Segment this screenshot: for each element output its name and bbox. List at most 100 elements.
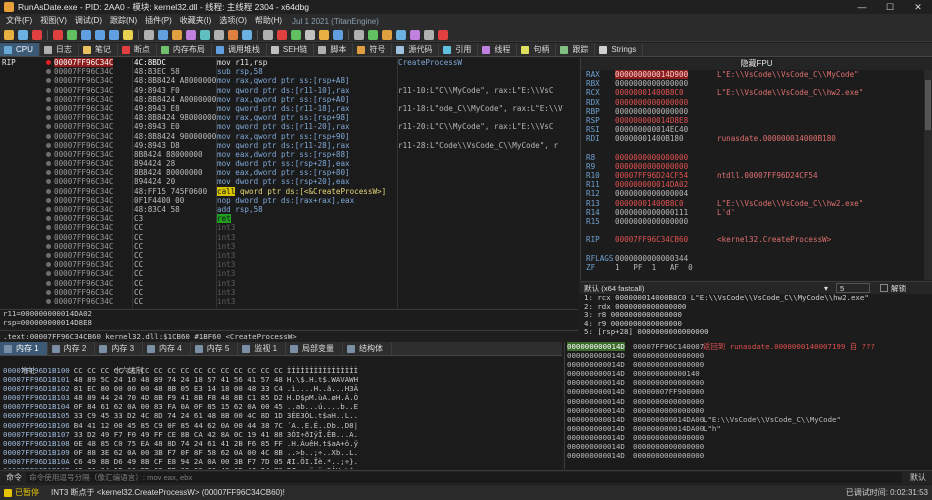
- instruction-text[interactable]: call qword ptr ds:[<&CreateProcessW>]: [217, 186, 397, 196]
- instruction-text[interactable]: mov dword ptr ss:[rsp+20],eax: [217, 177, 397, 186]
- menu-file[interactable]: 文件(F): [2, 14, 36, 28]
- scrollbar-thumb[interactable]: [925, 80, 931, 130]
- breakpoint-dot-icon[interactable]: [46, 96, 51, 102]
- instruction-text[interactable]: mov r11,rsp: [217, 58, 397, 67]
- menu-plugins[interactable]: 插件(P): [141, 14, 176, 28]
- registers-scrollbar[interactable]: [924, 70, 932, 280]
- disasm-row-address[interactable]: 00007FF96C34C: [0, 132, 132, 141]
- toolbar-button[interactable]: [319, 29, 329, 40]
- disasm-row-address[interactable]: 00007FF96C34C: [0, 288, 132, 297]
- instruction-text[interactable]: int3: [217, 251, 397, 260]
- disasm-row-address[interactable]: 00007FF96C34C: [0, 279, 132, 288]
- instruction-text[interactable]: sub rsp,58: [217, 67, 397, 76]
- instruction-text[interactable]: mov rax,qword ptr ss:[rsp+98]: [217, 113, 397, 122]
- dump-row[interactable]: 00007FF96D1B103 48 89 44 24 70 4D 8B F9 4…: [0, 393, 562, 402]
- stack-row[interactable]: 000000000014D 0000000000000000: [565, 433, 932, 442]
- register-row[interactable]: [581, 144, 932, 153]
- menu-trace[interactable]: 跟踪(N): [106, 14, 141, 28]
- instruction-text[interactable]: mov rax,qword ptr ss:[rsp+90]: [217, 132, 397, 141]
- disasm-row-address[interactable]: 00007FF96C34C: [0, 187, 132, 196]
- dump-row[interactable]: 00007FF96D1B102 81 EC 80 00 00 00 48 8B 0…: [0, 384, 562, 393]
- register-row[interactable]: R13 00000001400B8C0 L"E:\\VsCode\\VsCode_C…: [581, 199, 932, 208]
- toolbar-button[interactable]: [333, 29, 343, 40]
- disasm-row-address[interactable]: 00007FF96C34C: [0, 86, 132, 95]
- menu-options[interactable]: 选项(O): [215, 14, 251, 28]
- register-row[interactable]: R12 0000000000000004: [581, 189, 932, 198]
- dump-row[interactable]: 00007FF96D1B108 0E 48 85 C0 75 EA 48 8D 7…: [0, 439, 562, 448]
- toolbar-button[interactable]: [200, 29, 210, 40]
- instruction-text[interactable]: mov rax,qword ptr ss:[rsp+A8]: [217, 76, 397, 85]
- dump-tab[interactable]: 内存 5: [191, 342, 239, 355]
- tab-source[interactable]: 源代码: [392, 43, 440, 56]
- dump-tab[interactable]: 内存 3: [95, 342, 144, 355]
- menu-debug[interactable]: 调试(D): [71, 14, 106, 28]
- toolbar-button[interactable]: [32, 29, 42, 40]
- tab-cpu[interactable]: CPU: [0, 43, 40, 56]
- register-row[interactable]: R11 000000000014DA02: [581, 180, 932, 189]
- stack-row[interactable]: 000000000014D 0000000000000000: [565, 451, 932, 460]
- menu-favourites[interactable]: 收藏夹(I): [176, 14, 216, 28]
- breakpoint-dot-icon[interactable]: [46, 151, 51, 157]
- dump-row[interactable]: 00007FF96D1B100 CC CC CC CC CC CC CC CC C…: [0, 366, 562, 375]
- menu-help[interactable]: 帮助(H): [251, 14, 286, 28]
- menu-view[interactable]: 视图(V): [36, 14, 71, 28]
- breakpoint-dot-icon[interactable]: [46, 289, 51, 295]
- tab-threads[interactable]: 线程: [478, 43, 518, 56]
- dump-tab[interactable]: 结构体: [343, 342, 393, 355]
- toolbar-button[interactable]: [396, 29, 406, 40]
- register-row[interactable]: RIP 00007FF96C34CB60 <kernel32.CreateProce…: [581, 235, 932, 244]
- tab-log[interactable]: 日志: [40, 43, 79, 56]
- toolbar-button[interactable]: [354, 29, 364, 40]
- register-row[interactable]: RFLAGS 0000000000000344: [581, 254, 932, 263]
- toolbar-button[interactable]: [144, 29, 154, 40]
- command-input[interactable]: 命令使用逗号分隔（像汇编语言）: mov eax, ebx: [26, 472, 902, 483]
- breakpoint-dot-icon[interactable]: [46, 298, 51, 304]
- disasm-row-address[interactable]: 00007FF96C34C: [0, 150, 132, 159]
- toolbar-button[interactable]: [186, 29, 196, 40]
- register-row[interactable]: R15 0000000000000000: [581, 217, 932, 226]
- maximize-button[interactable]: ☐: [876, 0, 904, 14]
- toolbar-button[interactable]: [368, 29, 378, 40]
- dump-row[interactable]: 00007FF96D1B10A C6 49 8B D6 49 8B CF E8 9…: [0, 457, 562, 466]
- instruction-text[interactable]: ret: [217, 214, 397, 224]
- instruction-text[interactable]: mov qword ptr ds:[r11-20],rax: [217, 122, 397, 131]
- stack-row[interactable]: 000000000014D 0000000000000000: [565, 397, 932, 406]
- stack-view[interactable]: 000000000014D 00007FF96C140007 返回到 runasda…: [564, 342, 932, 469]
- tab-handles[interactable]: 句柄: [517, 43, 557, 56]
- dump-tab[interactable]: 内存 1: [0, 342, 48, 355]
- disasm-row-address[interactable]: 00007FF96C34C: [0, 177, 132, 186]
- disasm-row-address[interactable]: 00007FF96C34C: [0, 269, 132, 278]
- toolbar-button[interactable]: [277, 29, 287, 40]
- instruction-text[interactable]: int3: [217, 297, 397, 306]
- instruction-text[interactable]: mov dword ptr ss:[rsp+28],eax: [217, 159, 397, 168]
- instruction-text[interactable]: int3: [217, 269, 397, 278]
- stack-row[interactable]: 000000000014D 000000000014DA00 L"h": [565, 424, 932, 433]
- tab-seh[interactable]: SEH链: [267, 43, 315, 56]
- breakpoint-dot-icon[interactable]: [46, 133, 51, 139]
- tab-trace[interactable]: 跟踪: [556, 43, 596, 56]
- disassembly-view[interactable]: RIP 00007FF96C34C 00007FF96C34C 00007FF96C3…: [0, 58, 578, 308]
- instruction-text[interactable]: int3: [217, 279, 397, 288]
- instruction-text[interactable]: mov qword ptr ds:[r11-10],rax: [217, 86, 397, 95]
- instruction-text[interactable]: mov qword ptr ds:[r11-28],rax: [217, 141, 397, 150]
- dump-tab[interactable]: 局部变量: [286, 342, 344, 355]
- tab-strings[interactable]: Strings: [595, 43, 644, 56]
- register-row[interactable]: R8 0000000000000000: [581, 153, 932, 162]
- register-row[interactable]: R14 0000000000000111 L'd': [581, 208, 932, 217]
- disasm-row-address[interactable]: 00007FF96C34C: [0, 168, 132, 177]
- dump-row[interactable]: 00007FF96D1B101 48 89 5C 24 10 48 89 74 2…: [0, 375, 562, 384]
- default-selector[interactable]: 默认: [910, 472, 926, 483]
- disasm-row-address[interactable]: 00007FF96C34C: [0, 233, 132, 242]
- stack-row[interactable]: 000000000014D 000000000014DA00 L"E:\\VsCod…: [565, 415, 932, 424]
- instruction-text[interactable]: int3: [217, 242, 397, 251]
- toolbar-button[interactable]: [67, 29, 77, 40]
- breakpoint-dot-icon[interactable]: [46, 252, 51, 258]
- toolbar-button[interactable]: [4, 29, 14, 40]
- disasm-row-address[interactable]: 00007FF96C34C: [0, 223, 132, 232]
- tab-memory-map[interactable]: 内存布局: [157, 43, 212, 56]
- hide-fpu-toggle[interactable]: 隐藏FPU: [581, 58, 932, 70]
- disasm-row-address[interactable]: 00007FF96C34C: [0, 205, 132, 214]
- toolbar-button[interactable]: [305, 29, 315, 40]
- disasm-row-address[interactable]: 00007FF96C34C: [0, 159, 132, 168]
- register-row[interactable]: [581, 226, 932, 235]
